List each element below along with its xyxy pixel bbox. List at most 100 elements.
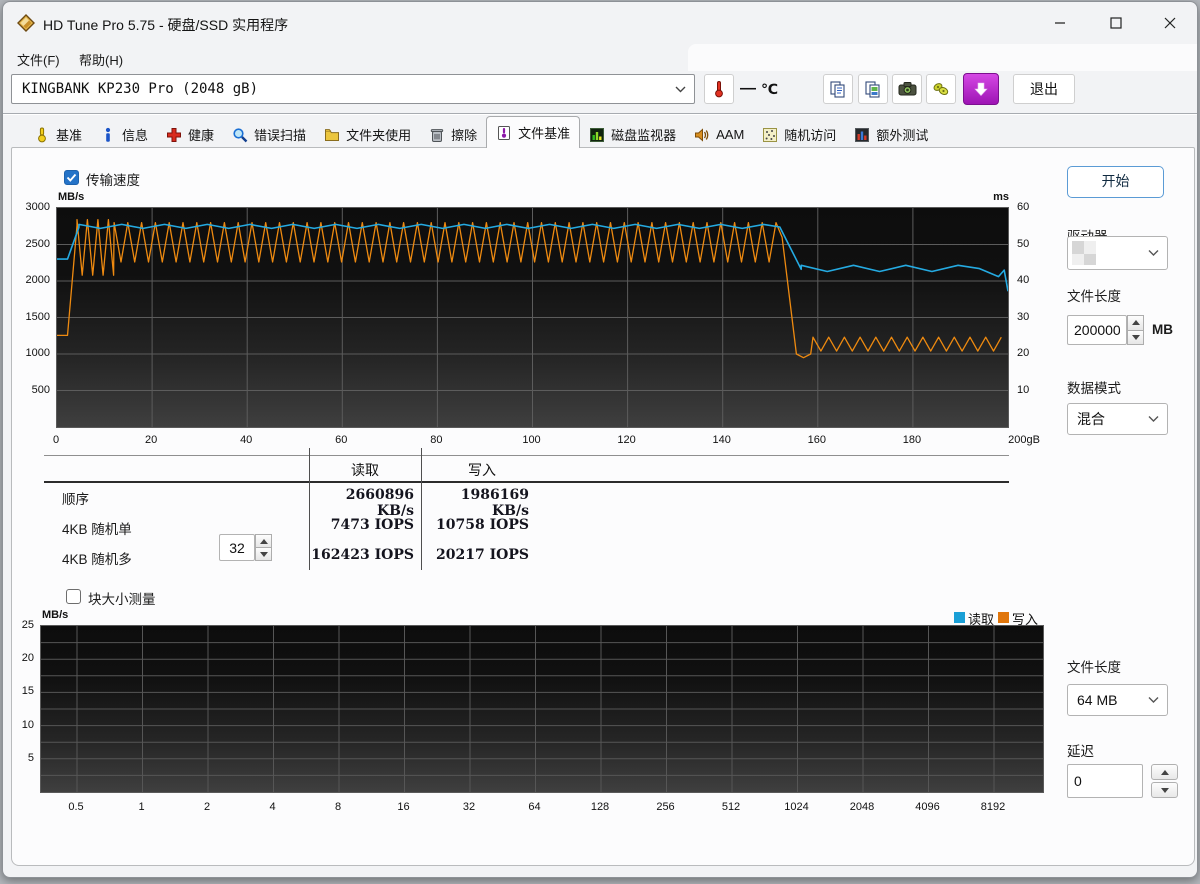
tab-label: 额外测试: [876, 128, 929, 143]
block-size-label: 块大小测量: [88, 592, 156, 607]
tick-label: 40: [1017, 274, 1030, 286]
thermometer-icon: [715, 81, 723, 98]
tab-label: 文件基准: [518, 126, 571, 141]
transfer-speed-label: 传输速度: [86, 173, 140, 188]
triangle-up-icon: [1160, 769, 1169, 775]
spin-up-button[interactable]: [255, 534, 272, 548]
tab-health[interactable]: 健康: [157, 121, 223, 148]
minimize-button[interactable]: [1037, 2, 1083, 44]
download-button[interactable]: [963, 73, 999, 105]
tick-label: 512: [721, 801, 741, 813]
file-length-input[interactable]: [1067, 315, 1127, 345]
tools-button[interactable]: [926, 74, 956, 104]
transfer-speed-checkbox[interactable]: [64, 170, 79, 185]
temperature-button[interactable]: [704, 74, 734, 104]
block-file-length-value: 64 MB: [1077, 692, 1118, 708]
benchmark-icon: [38, 127, 46, 142]
spin-down-button[interactable]: [1127, 330, 1144, 345]
row-sequential-label: 顺序: [62, 492, 89, 507]
menu-file[interactable]: 文件(F): [11, 48, 66, 71]
chevron-down-icon: [1148, 416, 1159, 422]
tab-label: 错误扫描: [254, 128, 307, 143]
tab-label: 健康: [188, 128, 215, 143]
drive-dropdown[interactable]: [1067, 236, 1168, 270]
write-column-header: 写入: [468, 462, 496, 478]
exit-button[interactable]: 退出: [1013, 74, 1075, 104]
data-mode-dropdown[interactable]: 混合: [1067, 403, 1168, 435]
delay-input[interactable]: [1067, 764, 1143, 798]
tab-benchmark[interactable]: 基准: [25, 121, 91, 148]
tab-erase[interactable]: 擦除: [420, 121, 486, 148]
tab-aam[interactable]: AAM: [685, 121, 753, 148]
tick-label: 10: [1017, 383, 1030, 396]
tab-error-scan[interactable]: 错误扫描: [223, 121, 315, 148]
menu-help[interactable]: 帮助(H): [73, 48, 129, 71]
tab-label: 随机访问: [784, 128, 837, 143]
camera-icon: [898, 82, 916, 96]
tick-label: 1024: [784, 801, 809, 813]
file-length-label: 文件长度: [1067, 289, 1121, 304]
triangle-down-icon: [259, 551, 268, 557]
tick-label: 40: [240, 434, 253, 446]
tick-label: 80: [430, 434, 443, 446]
triangle-up-icon: [259, 538, 268, 544]
tick-label: 1000: [25, 347, 50, 359]
info-icon: [105, 127, 111, 142]
start-button[interactable]: 开始: [1067, 166, 1164, 198]
aam-icon: [695, 127, 709, 142]
file-length-spinner[interactable]: [1127, 315, 1144, 345]
delay-up-button[interactable]: [1151, 764, 1178, 780]
tick-label: 128: [590, 801, 610, 813]
folder-usage-icon: [325, 128, 340, 141]
block-size-chart: [40, 625, 1044, 793]
tab-folder-usage[interactable]: 文件夹使用: [315, 121, 420, 148]
tab-file-benchmark[interactable]: 文件基准: [486, 116, 581, 148]
tick-label: 16: [397, 801, 410, 813]
4k-multi-write-value: 20217 IOPS: [436, 547, 529, 563]
spin-down-button[interactable]: [255, 548, 272, 561]
tick-label: 100: [522, 434, 541, 446]
chart1-yleft-unit: MB/s: [58, 191, 85, 203]
tick-label: 1500: [25, 310, 50, 323]
tick-label: 5: [27, 751, 34, 764]
copy-text-button[interactable]: [823, 74, 853, 104]
transfer-speed-plot: [57, 208, 1009, 427]
tick-label: 32: [462, 801, 476, 813]
chevron-down-icon: [1148, 697, 1159, 703]
tick-label: 10: [21, 718, 34, 731]
tab-random-access[interactable]: 随机访问: [753, 121, 845, 148]
tab-info[interactable]: 信息: [91, 121, 157, 148]
close-button[interactable]: [1147, 2, 1193, 44]
queue-depth-spinner[interactable]: [255, 534, 272, 561]
drive-select[interactable]: KINGBANK KP230 Pro (2048 gB): [11, 74, 695, 104]
series-写入: [57, 219, 1002, 359]
data-mode-label: 数据模式: [1067, 381, 1121, 396]
tab-disk-monitor[interactable]: 磁盘监视器: [580, 121, 685, 148]
copy-image-button[interactable]: [858, 74, 888, 104]
screenshot-button[interactable]: [892, 74, 922, 104]
tab-extra-tests[interactable]: 额外测试: [845, 121, 937, 148]
tick-label: 30: [1017, 310, 1030, 323]
random-access-icon: [763, 127, 778, 142]
download-arrow-icon: [974, 82, 988, 96]
tick-label: 64: [528, 801, 541, 813]
tick-label: 60: [335, 434, 348, 446]
tick-label: 20: [21, 652, 34, 665]
delay-down-button[interactable]: [1151, 782, 1178, 798]
spin-up-button[interactable]: [1127, 315, 1144, 331]
check-icon: [66, 173, 77, 182]
file-benchmark-icon: [498, 125, 511, 140]
tick-label: 3000: [25, 201, 50, 213]
block-file-length-dropdown[interactable]: 64 MB: [1067, 684, 1168, 716]
maximize-button[interactable]: [1093, 2, 1139, 44]
file-benchmark-panel: 传输速度 MB/s ms 3000 2500 2000 1500 1000 500 60 50…: [11, 147, 1195, 866]
data-mode-value: 混合: [1077, 411, 1105, 427]
transfer-speed-chart: [56, 207, 1009, 428]
tick-label: 15: [21, 685, 34, 698]
triangle-up-icon: [1131, 320, 1140, 326]
queue-depth-input[interactable]: [219, 534, 255, 561]
tick-label: 8: [334, 801, 342, 813]
block-size-checkbox[interactable]: [66, 589, 81, 604]
tick-label: 0: [52, 434, 60, 446]
tick-label: 160: [807, 434, 826, 446]
